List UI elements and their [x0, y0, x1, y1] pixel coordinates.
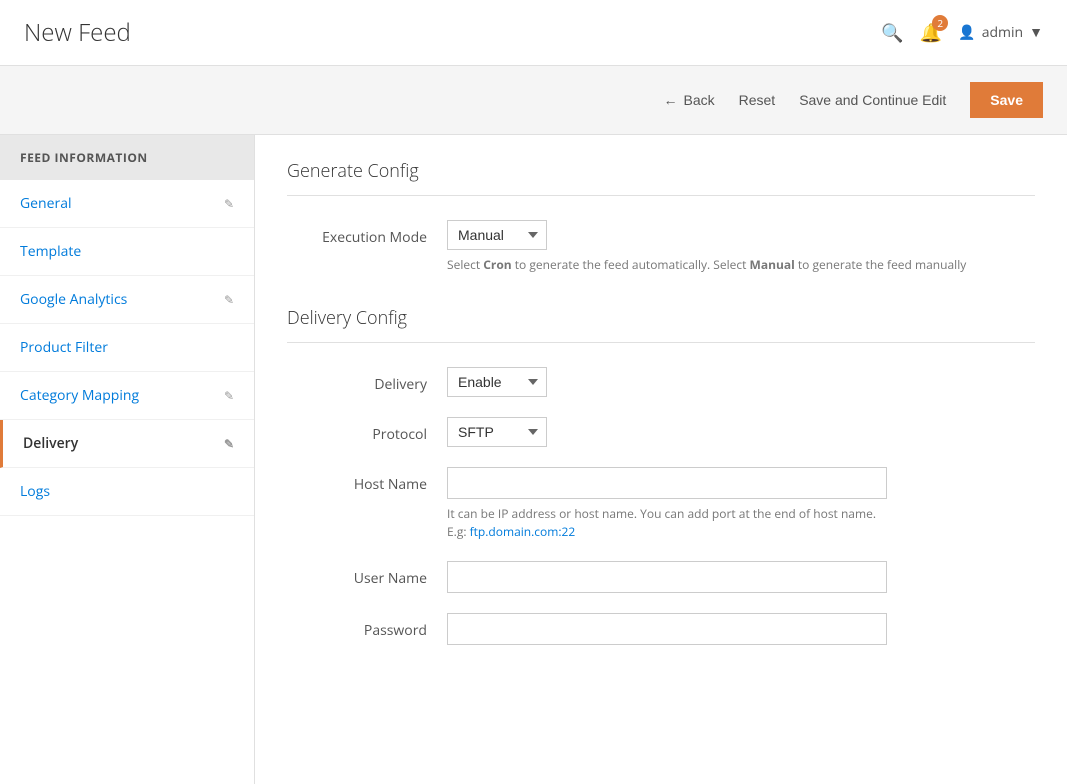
- section-divider: [287, 195, 1035, 196]
- sidebar-item-google-analytics[interactable]: Google Analytics ✎: [0, 276, 254, 324]
- sidebar-item-label: Product Filter: [20, 338, 108, 357]
- sidebar-item-label: Delivery: [23, 434, 78, 453]
- execution-mode-label: Execution Mode: [287, 220, 447, 247]
- password-field: [447, 613, 1035, 645]
- delivery-section-divider: [287, 342, 1035, 343]
- sidebar-item-template[interactable]: Template: [0, 228, 254, 276]
- sidebar-item-label: Category Mapping: [20, 386, 139, 405]
- back-button[interactable]: ← Back: [663, 92, 714, 108]
- username-field: [447, 561, 1035, 593]
- edit-icon: ✎: [224, 387, 234, 404]
- admin-label: admin: [982, 23, 1023, 42]
- password-label: Password: [287, 613, 447, 640]
- hostname-label: Host Name: [287, 467, 447, 494]
- sidebar-item-category-mapping[interactable]: Category Mapping ✎: [0, 372, 254, 420]
- generate-config-title: Generate Config: [287, 159, 1035, 183]
- delivery-select[interactable]: Enable Disable: [447, 367, 547, 397]
- execution-mode-field: Manual Cron Select Cron to generate the …: [447, 220, 1035, 274]
- search-icon[interactable]: 🔍: [881, 21, 903, 45]
- sidebar-item-product-filter[interactable]: Product Filter: [0, 324, 254, 372]
- save-button[interactable]: Save: [970, 82, 1043, 118]
- sidebar-item-general[interactable]: General ✎: [0, 180, 254, 228]
- hostname-row: Host Name It can be IP address or host n…: [287, 467, 1035, 541]
- execution-mode-select[interactable]: Manual Cron: [447, 220, 547, 250]
- delivery-config-section: Delivery Config Delivery Enable Disable …: [287, 306, 1035, 645]
- username-input[interactable]: [447, 561, 887, 593]
- sidebar-item-label: Logs: [20, 482, 50, 501]
- save-continue-button[interactable]: Save and Continue Edit: [799, 92, 946, 108]
- hostname-input[interactable]: [447, 467, 887, 499]
- sidebar-item-delivery[interactable]: Delivery ✎: [0, 420, 254, 468]
- protocol-row: Protocol SFTP FTP: [287, 417, 1035, 447]
- delivery-label: Delivery: [287, 367, 447, 394]
- main-container: FEED INFORMATION General ✎ Template Goog…: [0, 135, 1067, 784]
- execution-mode-row: Execution Mode Manual Cron Select Cron t…: [287, 220, 1035, 274]
- password-input[interactable]: [447, 613, 887, 645]
- notification-bell[interactable]: 🔔 2: [920, 21, 942, 45]
- admin-menu[interactable]: 👤 admin ▼: [958, 23, 1043, 42]
- toolbar: ← Back Reset Save and Continue Edit Save: [0, 66, 1067, 135]
- notification-count: 2: [932, 15, 948, 31]
- edit-icon: ✎: [224, 435, 234, 452]
- delivery-row: Delivery Enable Disable: [287, 367, 1035, 397]
- protocol-field: SFTP FTP: [447, 417, 1035, 447]
- protocol-select[interactable]: SFTP FTP: [447, 417, 547, 447]
- delivery-config-title: Delivery Config: [287, 306, 1035, 330]
- page-title: New Feed: [24, 16, 131, 49]
- password-row: Password: [287, 613, 1035, 645]
- chevron-down-icon: ▼: [1029, 23, 1043, 42]
- hostname-hint: It can be IP address or host name. You c…: [447, 505, 1035, 541]
- sidebar-item-label: General: [20, 194, 72, 213]
- hostname-field: It can be IP address or host name. You c…: [447, 467, 1035, 541]
- back-arrow-icon: ←: [663, 92, 677, 108]
- generate-config-section: Generate Config Execution Mode Manual Cr…: [287, 159, 1035, 274]
- content-area: Generate Config Execution Mode Manual Cr…: [255, 135, 1067, 784]
- user-icon: 👤: [958, 23, 975, 42]
- delivery-field: Enable Disable: [447, 367, 1035, 397]
- protocol-label: Protocol: [287, 417, 447, 444]
- page-header: New Feed 🔍 🔔 2 👤 admin ▼: [0, 0, 1067, 66]
- edit-icon: ✎: [224, 291, 234, 308]
- edit-icon: ✎: [224, 195, 234, 212]
- execution-mode-hint: Select Cron to generate the feed automat…: [447, 256, 1035, 274]
- sidebar: FEED INFORMATION General ✎ Template Goog…: [0, 135, 255, 784]
- sidebar-item-label: Google Analytics: [20, 290, 127, 309]
- username-label: User Name: [287, 561, 447, 588]
- reset-button[interactable]: Reset: [739, 92, 776, 108]
- username-row: User Name: [287, 561, 1035, 593]
- sidebar-item-label: Template: [20, 242, 81, 261]
- sidebar-item-logs[interactable]: Logs: [0, 468, 254, 516]
- sidebar-section-title: FEED INFORMATION: [0, 135, 254, 180]
- header-right: 🔍 🔔 2 👤 admin ▼: [881, 21, 1043, 45]
